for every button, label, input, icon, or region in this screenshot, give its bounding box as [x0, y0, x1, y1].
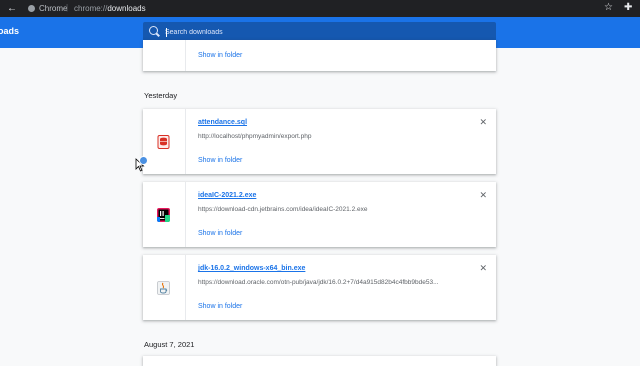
show-in-folder-link[interactable]: Show in folder — [198, 52, 242, 59]
site-label: Chrome — [39, 4, 68, 13]
card-divider — [185, 182, 186, 247]
extensions-puzzle-icon[interactable]: ✚ — [624, 2, 632, 13]
back-arrow-icon[interactable]: ← — [6, 3, 18, 14]
download-card-partial: Show in folder — [143, 40, 496, 71]
text-caret — [166, 28, 167, 37]
date-header-august: August 7, 2021 — [144, 340, 195, 349]
download-source-url[interactable]: https://download.oracle.com/otn-pub/java… — [198, 279, 439, 286]
close-icon[interactable]: ✕ — [479, 190, 487, 201]
url-field[interactable]: chrome://downloads — [74, 4, 146, 13]
card-divider — [185, 255, 186, 320]
close-icon[interactable]: ✕ — [479, 263, 487, 274]
address-bar: ← Chrome | chrome://downloads ☆ ✚ — [0, 0, 640, 17]
java-icon — [157, 281, 170, 295]
close-icon[interactable]: ✕ — [479, 117, 487, 128]
download-filename-link[interactable]: jdk-16.0.2_windows-x64_bin.exe — [198, 265, 305, 272]
search-input[interactable] — [165, 25, 485, 39]
sql-file-icon — [157, 135, 170, 149]
card-divider — [185, 109, 186, 174]
download-source-url[interactable]: http://localhost/phpmyadmin/export.php — [198, 133, 311, 140]
download-card-partial — [143, 356, 496, 366]
cursor-badge-icon — [139, 156, 148, 165]
intellij-idea-icon — [157, 208, 170, 222]
download-card: ideaIC-2021.2.exe https://download-cdn.j… — [143, 182, 496, 247]
download-source-url[interactable]: https://download-cdn.jetbrains.com/idea/… — [198, 206, 367, 213]
address-separator: | — [66, 3, 69, 12]
page-title: oads — [0, 26, 20, 36]
search-icon[interactable] — [149, 26, 158, 35]
bookmark-star-icon[interactable]: ☆ — [604, 2, 613, 13]
url-path: downloads — [107, 4, 146, 13]
url-scheme: chrome:// — [74, 4, 108, 13]
show-in-folder-link[interactable]: Show in folder — [198, 230, 242, 237]
date-header-yesterday: Yesterday — [144, 91, 178, 100]
download-card: attendance.sql http://localhost/phpmyadm… — [143, 109, 496, 174]
download-card: jdk-16.0.2_windows-x64_bin.exe https://d… — [143, 255, 496, 320]
chrome-site-icon — [28, 5, 35, 12]
card-divider — [185, 40, 186, 71]
download-filename-link[interactable]: attendance.sql — [198, 119, 247, 126]
show-in-folder-link[interactable]: Show in folder — [198, 303, 242, 310]
show-in-folder-link[interactable]: Show in folder — [198, 157, 242, 164]
download-filename-link[interactable]: ideaIC-2021.2.exe — [198, 192, 256, 199]
